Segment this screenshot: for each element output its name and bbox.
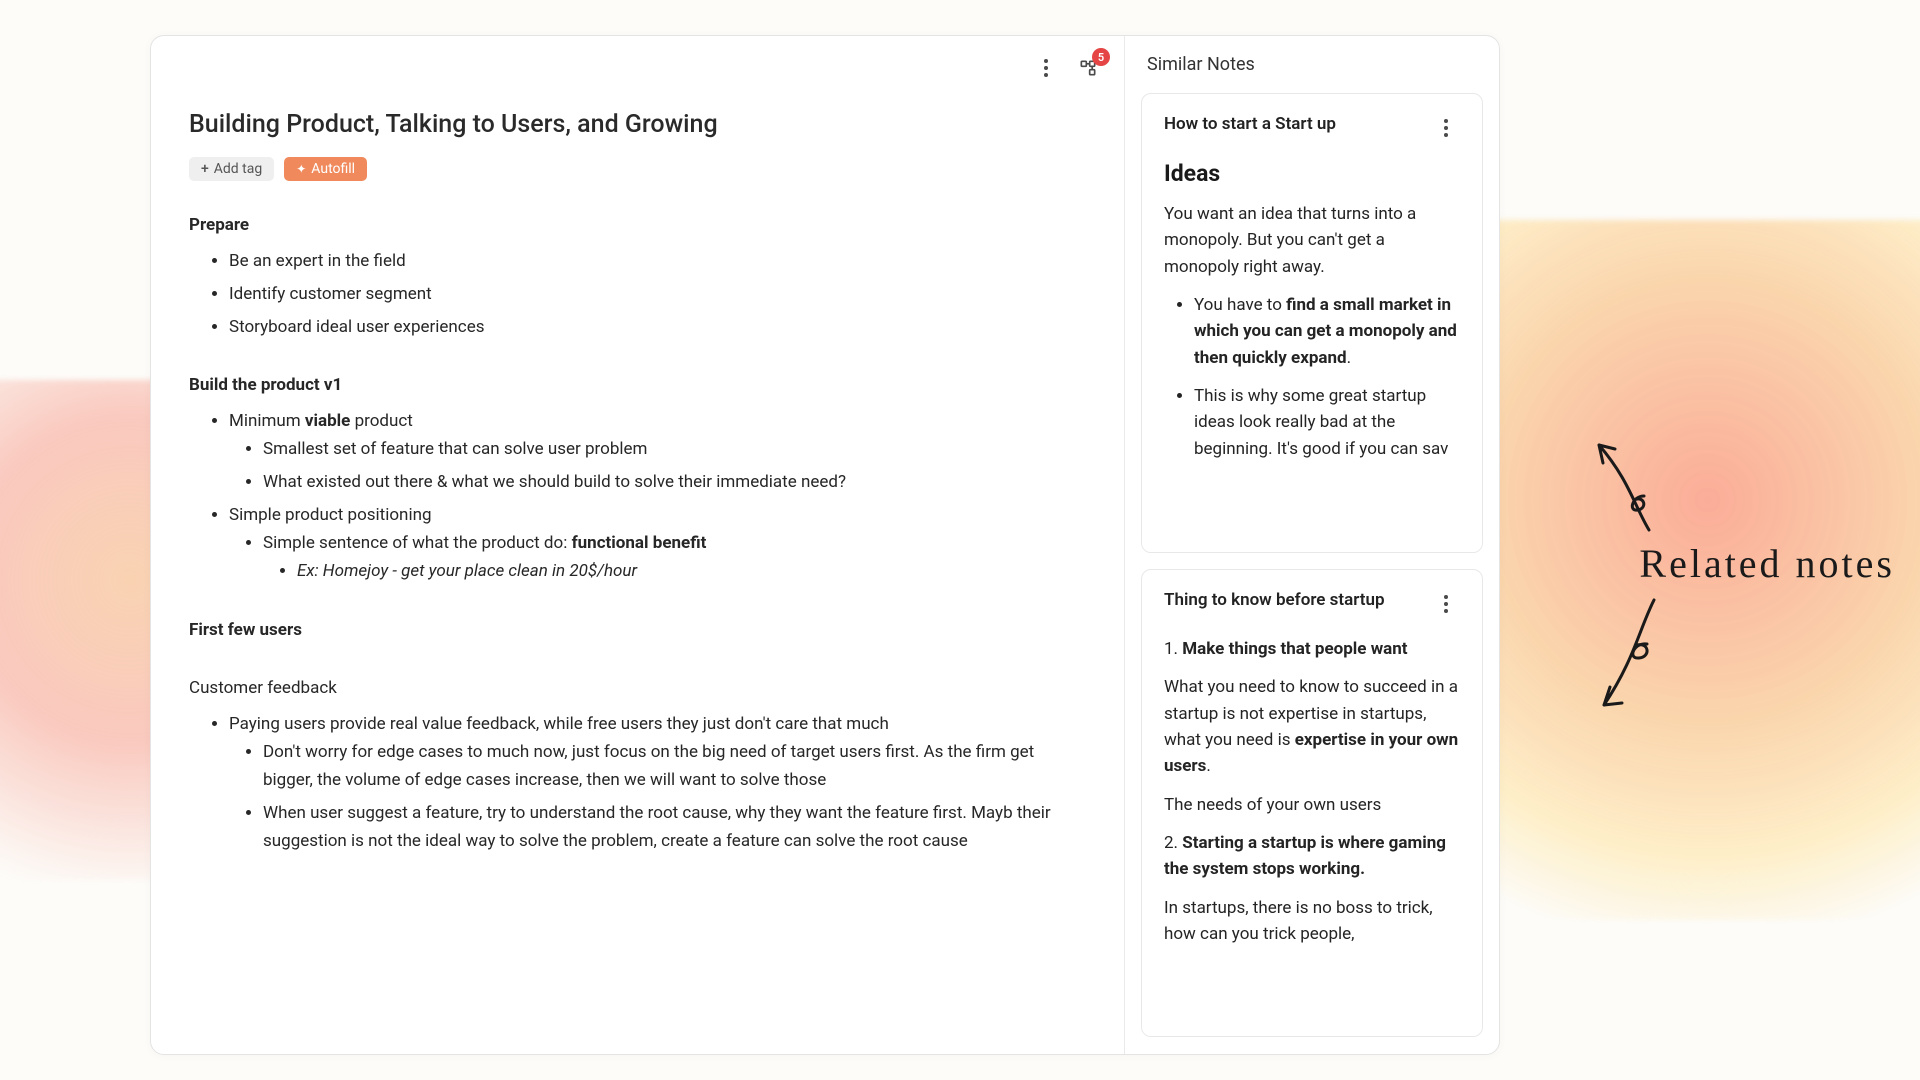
plus-icon: + [201, 161, 209, 177]
similar-notes-header: Similar Notes [1125, 36, 1499, 93]
similar-notes-toggle-button[interactable]: 5 [1074, 54, 1102, 82]
similar-note-card[interactable]: Thing to know before startup 1. Make thi… [1141, 569, 1483, 1037]
list-item: Storyboard ideal user experiences [229, 313, 1086, 341]
similar-note-options-button[interactable] [1432, 114, 1460, 142]
heading-build: Build the product v1 [189, 371, 1086, 399]
add-tag-button[interactable]: + Add tag [189, 157, 274, 181]
list-item: When user suggest a feature, try to unde… [263, 799, 1086, 855]
dots-vertical-icon [1444, 595, 1448, 613]
annotation-overlay: Related notes [1589, 430, 1895, 587]
list-item: Don't worry for edge cases to much now, … [263, 738, 1086, 794]
similar-note-text: 2. Starting a startup is where gaming th… [1164, 830, 1460, 883]
more-options-button[interactable] [1032, 54, 1060, 82]
add-tag-label: Add tag [214, 161, 262, 177]
note-body[interactable]: Prepare Be an expert in the field Identi… [189, 211, 1086, 855]
annotation-text: Related notes [1639, 540, 1895, 587]
list-item: Simple product positioning Simple senten… [229, 501, 1086, 585]
similar-note-title: How to start a Start up [1164, 114, 1336, 134]
page-title[interactable]: Building Product, Talking to Users, and … [189, 110, 1086, 139]
list-item: Identify customer segment [229, 280, 1086, 308]
arrow-icon [1579, 590, 1679, 720]
similar-notes-count-badge: 5 [1092, 48, 1110, 66]
list-item: You have to find a small market in which… [1194, 292, 1460, 371]
list-item: Be an expert in the field [229, 247, 1086, 275]
similar-note-text: What you need to know to succeed in a st… [1164, 674, 1460, 779]
similar-note-text: 1. Make things that people want [1164, 636, 1460, 662]
similar-note-options-button[interactable] [1432, 590, 1460, 618]
list-item: Smallest set of feature that can solve u… [263, 435, 1086, 463]
autofill-button[interactable]: ✦ Autofill [284, 157, 367, 181]
app-card: 5 Building Product, Talking to Users, an… [150, 35, 1500, 1055]
arrow-icon [1579, 430, 1669, 540]
similar-note-heading: Ideas [1164, 160, 1460, 187]
tag-row: + Add tag ✦ Autofill [189, 157, 1086, 181]
dots-vertical-icon [1444, 119, 1448, 137]
heading-first-users: First few users [189, 616, 1086, 644]
similar-notes-list: How to start a Start up Ideas You want a… [1125, 93, 1499, 1053]
list-item: Minimum viable product Smallest set of f… [229, 407, 1086, 496]
sparkle-icon: ✦ [296, 162, 306, 176]
similar-note-text: The needs of your own users [1164, 792, 1460, 818]
similar-note-text: In startups, there is no boss to trick, … [1164, 895, 1460, 948]
similar-note-title: Thing to know before startup [1164, 590, 1385, 610]
similar-note-card[interactable]: How to start a Start up Ideas You want a… [1141, 93, 1483, 553]
dots-vertical-icon [1044, 59, 1048, 77]
autofill-label: Autofill [311, 161, 355, 177]
similar-notes-panel: Similar Notes How to start a Start up Id… [1124, 36, 1499, 1054]
list-item: Simple sentence of what the product do: … [263, 529, 1086, 585]
heading-feedback: Customer feedback [189, 674, 1086, 702]
main-toolbar: 5 [1032, 54, 1102, 82]
heading-prepare: Prepare [189, 211, 1086, 239]
list-item: Paying users provide real value feedback… [229, 710, 1086, 855]
list-item: This is why some great startup ideas loo… [1194, 383, 1460, 462]
list-item: Ex: Homejoy - get your place clean in 20… [297, 557, 1086, 585]
list-item: What existed out there & what we should … [263, 468, 1086, 496]
main-pane: 5 Building Product, Talking to Users, an… [151, 36, 1124, 1054]
similar-note-text: You want an idea that turns into a monop… [1164, 201, 1460, 280]
